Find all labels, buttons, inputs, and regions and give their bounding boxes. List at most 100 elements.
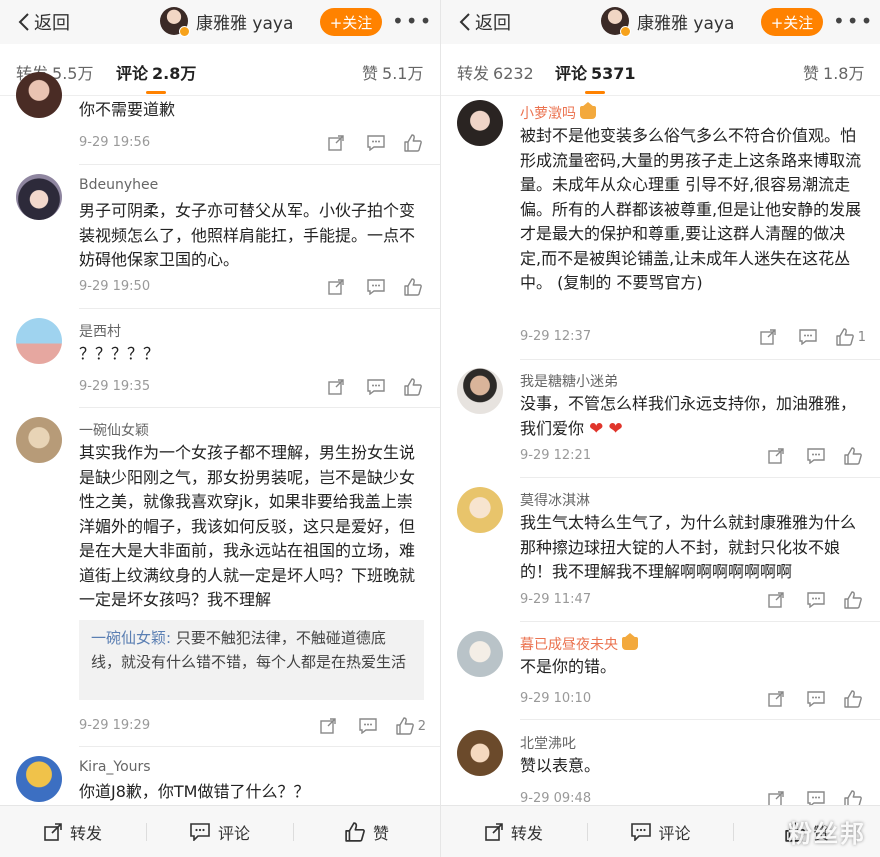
comment-actions [746,590,866,610]
comment-time: 9-29 19:50 [79,279,151,294]
reply-icon[interactable] [358,716,378,736]
comment-text: 我生气太特么生气了，为什么就封康雅雅为什么那种擦边球扭大锭的人不封，就封只化妆不… [520,513,857,581]
tab-likes[interactable]: 赞 5.1万 [362,60,423,84]
share-icon[interactable] [766,689,786,709]
back-label: 返回 [34,13,70,34]
avatar[interactable] [457,730,503,776]
comment-text: 你不需要道歉 [79,100,176,119]
avatar[interactable] [457,368,503,414]
reply-icon[interactable] [806,446,826,466]
avatar[interactable] [16,756,62,802]
divider [520,719,880,720]
share-icon [485,822,503,841]
repost-button[interactable]: 转发 [441,820,587,844]
heart-icon: ❤ [589,418,604,439]
commenter-name[interactable]: 一碗仙女颖 [79,420,149,440]
tab-label: 赞 [362,64,379,83]
like-button[interactable] [404,378,426,396]
commenter-name[interactable]: Kira_Yours [79,759,151,775]
back-button[interactable]: 返回 [459,8,511,36]
like-button[interactable] [404,134,426,152]
share-icon[interactable] [326,377,346,397]
more-icon[interactable]: ••• [392,11,433,31]
like-button[interactable] [844,447,866,465]
avatar[interactable] [160,7,190,37]
commenter-name[interactable]: 小萝澂吗 [520,102,596,123]
commenter-name[interactable]: 北堂沸叱 [520,733,576,753]
back-button[interactable]: 返回 [18,8,70,36]
tab-count: 1.8万 [823,64,865,83]
avatar[interactable] [16,174,62,220]
tab-label: 转发 [457,64,490,83]
commenter-name-text: 小萝澂吗 [520,106,576,122]
like-button[interactable]: 2 [396,717,426,735]
share-icon[interactable] [326,277,346,297]
commenter-name-text: 暮已成昼夜未央 [520,637,618,653]
tab-comments[interactable]: 评论 2.8万 [116,60,196,84]
reply-icon[interactable] [366,133,386,153]
reply-icon[interactable] [806,590,826,610]
commenter-name[interactable]: 暮已成昼夜未央 [520,633,638,654]
divider [520,477,880,478]
comment-time: 9-29 12:21 [520,448,592,463]
account-header[interactable]: 康雅雅 yaya [601,7,734,37]
avatar[interactable] [457,487,503,533]
comment-button[interactable]: 评论 [588,820,734,844]
crown-badge-icon [622,633,638,650]
divider [79,746,440,747]
commenter-name[interactable]: 莫得冰淇淋 [520,490,590,510]
avatar[interactable] [16,318,62,364]
avatar[interactable] [601,7,631,37]
commenter-name[interactable]: Bdeunyhee [79,177,158,193]
quoted-reply-author[interactable]: 一碗仙女颖: [91,629,171,647]
tab-likes[interactable]: 赞 1.8万 [803,60,864,84]
account-header[interactable]: 康雅雅 yaya [160,7,293,37]
commenter-name[interactable]: 是西村 [79,321,121,341]
comment-label: 评论 [217,823,250,843]
comment-actions [746,446,866,466]
comment-time: 9-29 09:48 [520,791,592,806]
reply-icon[interactable] [366,277,386,297]
reply-icon[interactable] [366,377,386,397]
share-icon[interactable] [326,133,346,153]
comment-time: 9-29 11:47 [520,592,592,607]
comment-text: 你道J8歉，你TM做错了什么？？ [79,782,310,801]
quoted-reply[interactable]: 一碗仙女颖: 只要不触犯法律，不触碰道德底线，就没有什么错不错，每个人都是在热爱… [79,620,424,700]
tab-label: 评论 [555,64,588,83]
tab-bar: 转发 6232 评论 5371 赞 1.8万 [441,44,880,96]
follow-button[interactable]: +关注 [761,8,823,36]
tab-label: 赞 [803,64,820,83]
share-icon[interactable] [758,327,778,347]
repost-button[interactable]: 转发 [0,820,146,844]
thumbs-up-icon [404,378,422,396]
comment-actions: 1 [738,327,866,347]
tab-comments[interactable]: 评论 5371 [555,60,636,84]
heart-icon: ❤ [608,418,623,439]
reply-icon[interactable] [798,327,818,347]
avatar[interactable] [457,100,503,146]
comment-text: 被封不是他变装多么俗气多么不符合价值观。怕形成流量密码,大量的男孩子走上这条路来… [520,126,862,292]
share-icon[interactable] [318,716,338,736]
commenter-name[interactable]: 我是糖糖小迷弟 [520,371,618,391]
more-icon[interactable]: ••• [833,11,874,31]
thumbs-up-icon [396,717,414,735]
like-button[interactable]: 1 [836,328,866,346]
reply-icon[interactable] [806,689,826,709]
avatar[interactable] [16,417,62,463]
like-button[interactable] [844,690,866,708]
share-icon[interactable] [766,590,786,610]
tab-label: 评论 [116,64,149,83]
comment-icon [190,822,210,841]
thumbs-up-icon [844,690,862,708]
tab-repost[interactable]: 转发 6232 [457,60,534,84]
tab-count: 5.5万 [52,64,94,83]
like-button[interactable] [844,591,866,609]
avatar[interactable] [457,631,503,677]
like-button[interactable] [404,278,426,296]
comment-button[interactable]: 评论 [147,820,293,844]
thumbs-up-icon [404,278,422,296]
share-icon[interactable] [766,446,786,466]
avatar[interactable] [16,72,62,118]
like-button[interactable]: 赞 [294,820,440,844]
follow-button[interactable]: +关注 [320,8,382,36]
